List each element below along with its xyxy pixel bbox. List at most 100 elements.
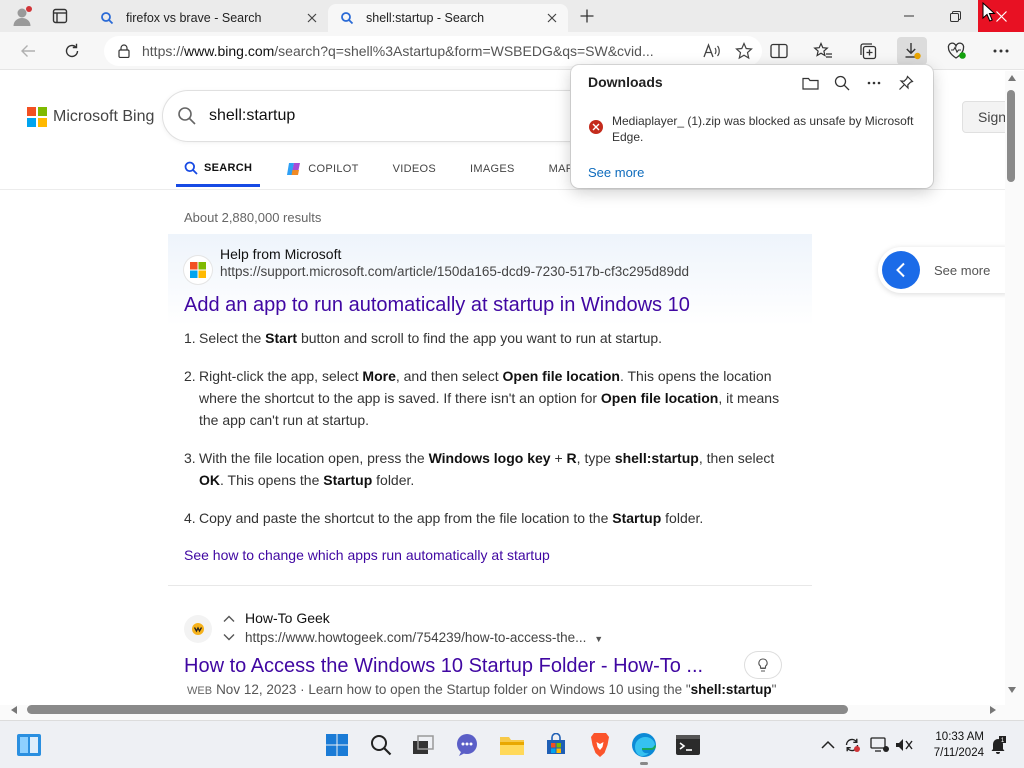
search-icon (340, 10, 356, 26)
tab-actions-icon[interactable] (47, 3, 73, 29)
microsoft-logo-icon (184, 256, 212, 284)
split-screen-icon[interactable] (764, 37, 794, 65)
step-plain-text: , and then select (395, 368, 503, 384)
copilot-icon (286, 161, 302, 177)
more-options-icon[interactable] (864, 73, 884, 93)
step-bold-text: Windows logo key (428, 450, 551, 466)
scroll-down-icon[interactable] (1007, 686, 1017, 694)
scroll-left-icon[interactable] (10, 705, 18, 715)
sync-icon[interactable] (842, 735, 862, 755)
browser-essentials-icon[interactable] (942, 37, 972, 65)
result-count: About 2,880,000 results (184, 210, 322, 225)
minimize-button[interactable] (886, 0, 932, 32)
tab-shell-startup[interactable]: shell:startup - Search (328, 4, 568, 32)
microsoft-logo-icon (27, 107, 47, 127)
refresh-button[interactable] (59, 38, 85, 64)
scope-videos[interactable]: VIDEOS (385, 151, 444, 187)
close-tab-icon[interactable] (542, 8, 562, 28)
step-bold-text: Open file location (600, 390, 719, 406)
title-bar: firefox vs brave - Search shell:startup … (0, 0, 1024, 32)
see-how-link[interactable]: See how to change which apps run automat… (184, 547, 550, 563)
url-text[interactable]: https://www.bing.com/search?q=shell%3Ast… (142, 43, 698, 59)
favorite-star-icon[interactable] (730, 38, 758, 64)
terminal-icon[interactable] (673, 730, 703, 760)
result-source-url[interactable]: https://www.howtogeek.com/754239/how-to-… (245, 630, 603, 645)
brave-browser-icon[interactable] (585, 730, 615, 760)
step-plain-text: . This opens the (220, 472, 324, 488)
result-source-name[interactable]: How-To Geek (245, 610, 330, 626)
more-menu-icon[interactable] (986, 37, 1016, 65)
see-more-link[interactable]: See more (588, 165, 644, 180)
step-number: 4. (184, 510, 196, 526)
caret-down-icon[interactable]: ▼ (594, 634, 603, 644)
see-more-panel-button[interactable]: See more (878, 247, 1005, 293)
system-clock[interactable]: 10:33 AM 7/11/2024 (922, 729, 984, 761)
step-text: With the file location open, press the W… (199, 447, 784, 491)
source-url[interactable]: https://support.microsoft.com/article/15… (220, 264, 689, 279)
favorites-icon[interactable] (808, 37, 838, 65)
clock-time: 10:33 AM (935, 731, 984, 743)
scope-search[interactable]: SEARCH (176, 151, 261, 187)
open-folder-icon[interactable] (800, 73, 820, 93)
task-view-icon[interactable] (408, 730, 438, 760)
bing-logo-text: Microsoft Bing (53, 108, 155, 125)
snippet-end: " (771, 682, 777, 697)
clock-date: 7/11/2024 (933, 747, 984, 759)
url-scheme: https:// (142, 43, 185, 59)
step-plain-text: Right-click the app, select (199, 368, 363, 384)
search-box[interactable]: shell:startup (163, 91, 623, 141)
back-button[interactable] (15, 38, 41, 64)
close-tab-icon[interactable] (302, 8, 322, 28)
restore-button[interactable] (932, 0, 978, 32)
step-text: Select the Start button and scroll to fi… (199, 327, 662, 349)
sign-in-button[interactable]: Sign (962, 101, 1005, 133)
snippet-text: Nov 12, 2023 · Learn how to open the Sta… (216, 682, 691, 697)
taskbar-search-icon[interactable] (366, 730, 396, 760)
answer-title-link[interactable]: Add an app to run automatically at start… (184, 294, 690, 317)
lightbulb-icon[interactable] (745, 652, 781, 678)
answer-step: 4. Copy and paste the shortcut to the app… (184, 507, 784, 529)
pin-icon[interactable] (896, 73, 916, 93)
downloads-icon[interactable] (897, 37, 927, 65)
blocked-download-message[interactable]: Mediaplayer_ (1).zip was blocked as unsa… (612, 113, 917, 145)
teams-chat-icon[interactable] (452, 730, 482, 760)
file-explorer-icon[interactable] (497, 730, 527, 760)
address-bar[interactable]: https://www.bing.com/search?q=shell%3Ast… (104, 36, 762, 66)
result-title-link[interactable]: How to Access the Windows 10 Startup Fol… (184, 655, 703, 678)
vertical-scroll-thumb[interactable] (1007, 90, 1015, 182)
scope-images[interactable]: IMAGES (462, 151, 523, 187)
collections-icon[interactable] (853, 37, 883, 65)
show-hidden-icons-icon[interactable] (818, 735, 838, 755)
microsoft-store-icon[interactable] (541, 730, 571, 760)
answer-step: 1. Select the Start button and scroll to … (184, 327, 784, 349)
lock-icon[interactable] (118, 44, 130, 58)
url-path: /search?q=shell%3Astartup&form=WSBEDG&qs… (274, 43, 654, 59)
step-bold-text: Start (265, 330, 298, 346)
search-scopes: SEARCH COPILOT VIDEOS IMAGES MAPS (176, 151, 607, 189)
display-icon[interactable] (870, 735, 890, 755)
notifications-icon[interactable]: 1 (988, 735, 1008, 755)
scope-copilot[interactable]: COPILOT (278, 151, 366, 187)
step-plain-text: folder. (372, 472, 415, 488)
start-button-icon[interactable] (322, 730, 352, 760)
scroll-right-icon[interactable] (989, 705, 997, 715)
profile-icon[interactable] (9, 3, 35, 29)
chevron-up-icon[interactable] (222, 612, 236, 626)
step-bold-text: Open file location (502, 368, 620, 384)
tab-firefox-vs-brave[interactable]: firefox vs brave - Search (88, 4, 328, 32)
horizontal-scroll-thumb[interactable] (27, 705, 848, 714)
search-icon (100, 10, 116, 26)
network-sound-icon[interactable] (895, 735, 915, 755)
search-query[interactable]: shell:startup (209, 107, 295, 125)
widgets-icon[interactable] (14, 730, 44, 760)
edge-browser-icon[interactable] (629, 730, 659, 765)
source-name[interactable]: Help from Microsoft (220, 246, 689, 262)
step-number: 2. (184, 368, 196, 384)
read-aloud-icon[interactable] (698, 38, 726, 64)
new-tab-button[interactable] (574, 4, 600, 28)
header-divider (0, 189, 1005, 190)
scroll-up-icon[interactable] (1007, 74, 1017, 82)
bing-logo[interactable]: Microsoft Bing (27, 107, 154, 127)
chevron-down-icon[interactable] (222, 630, 236, 644)
search-icon[interactable] (832, 73, 852, 93)
